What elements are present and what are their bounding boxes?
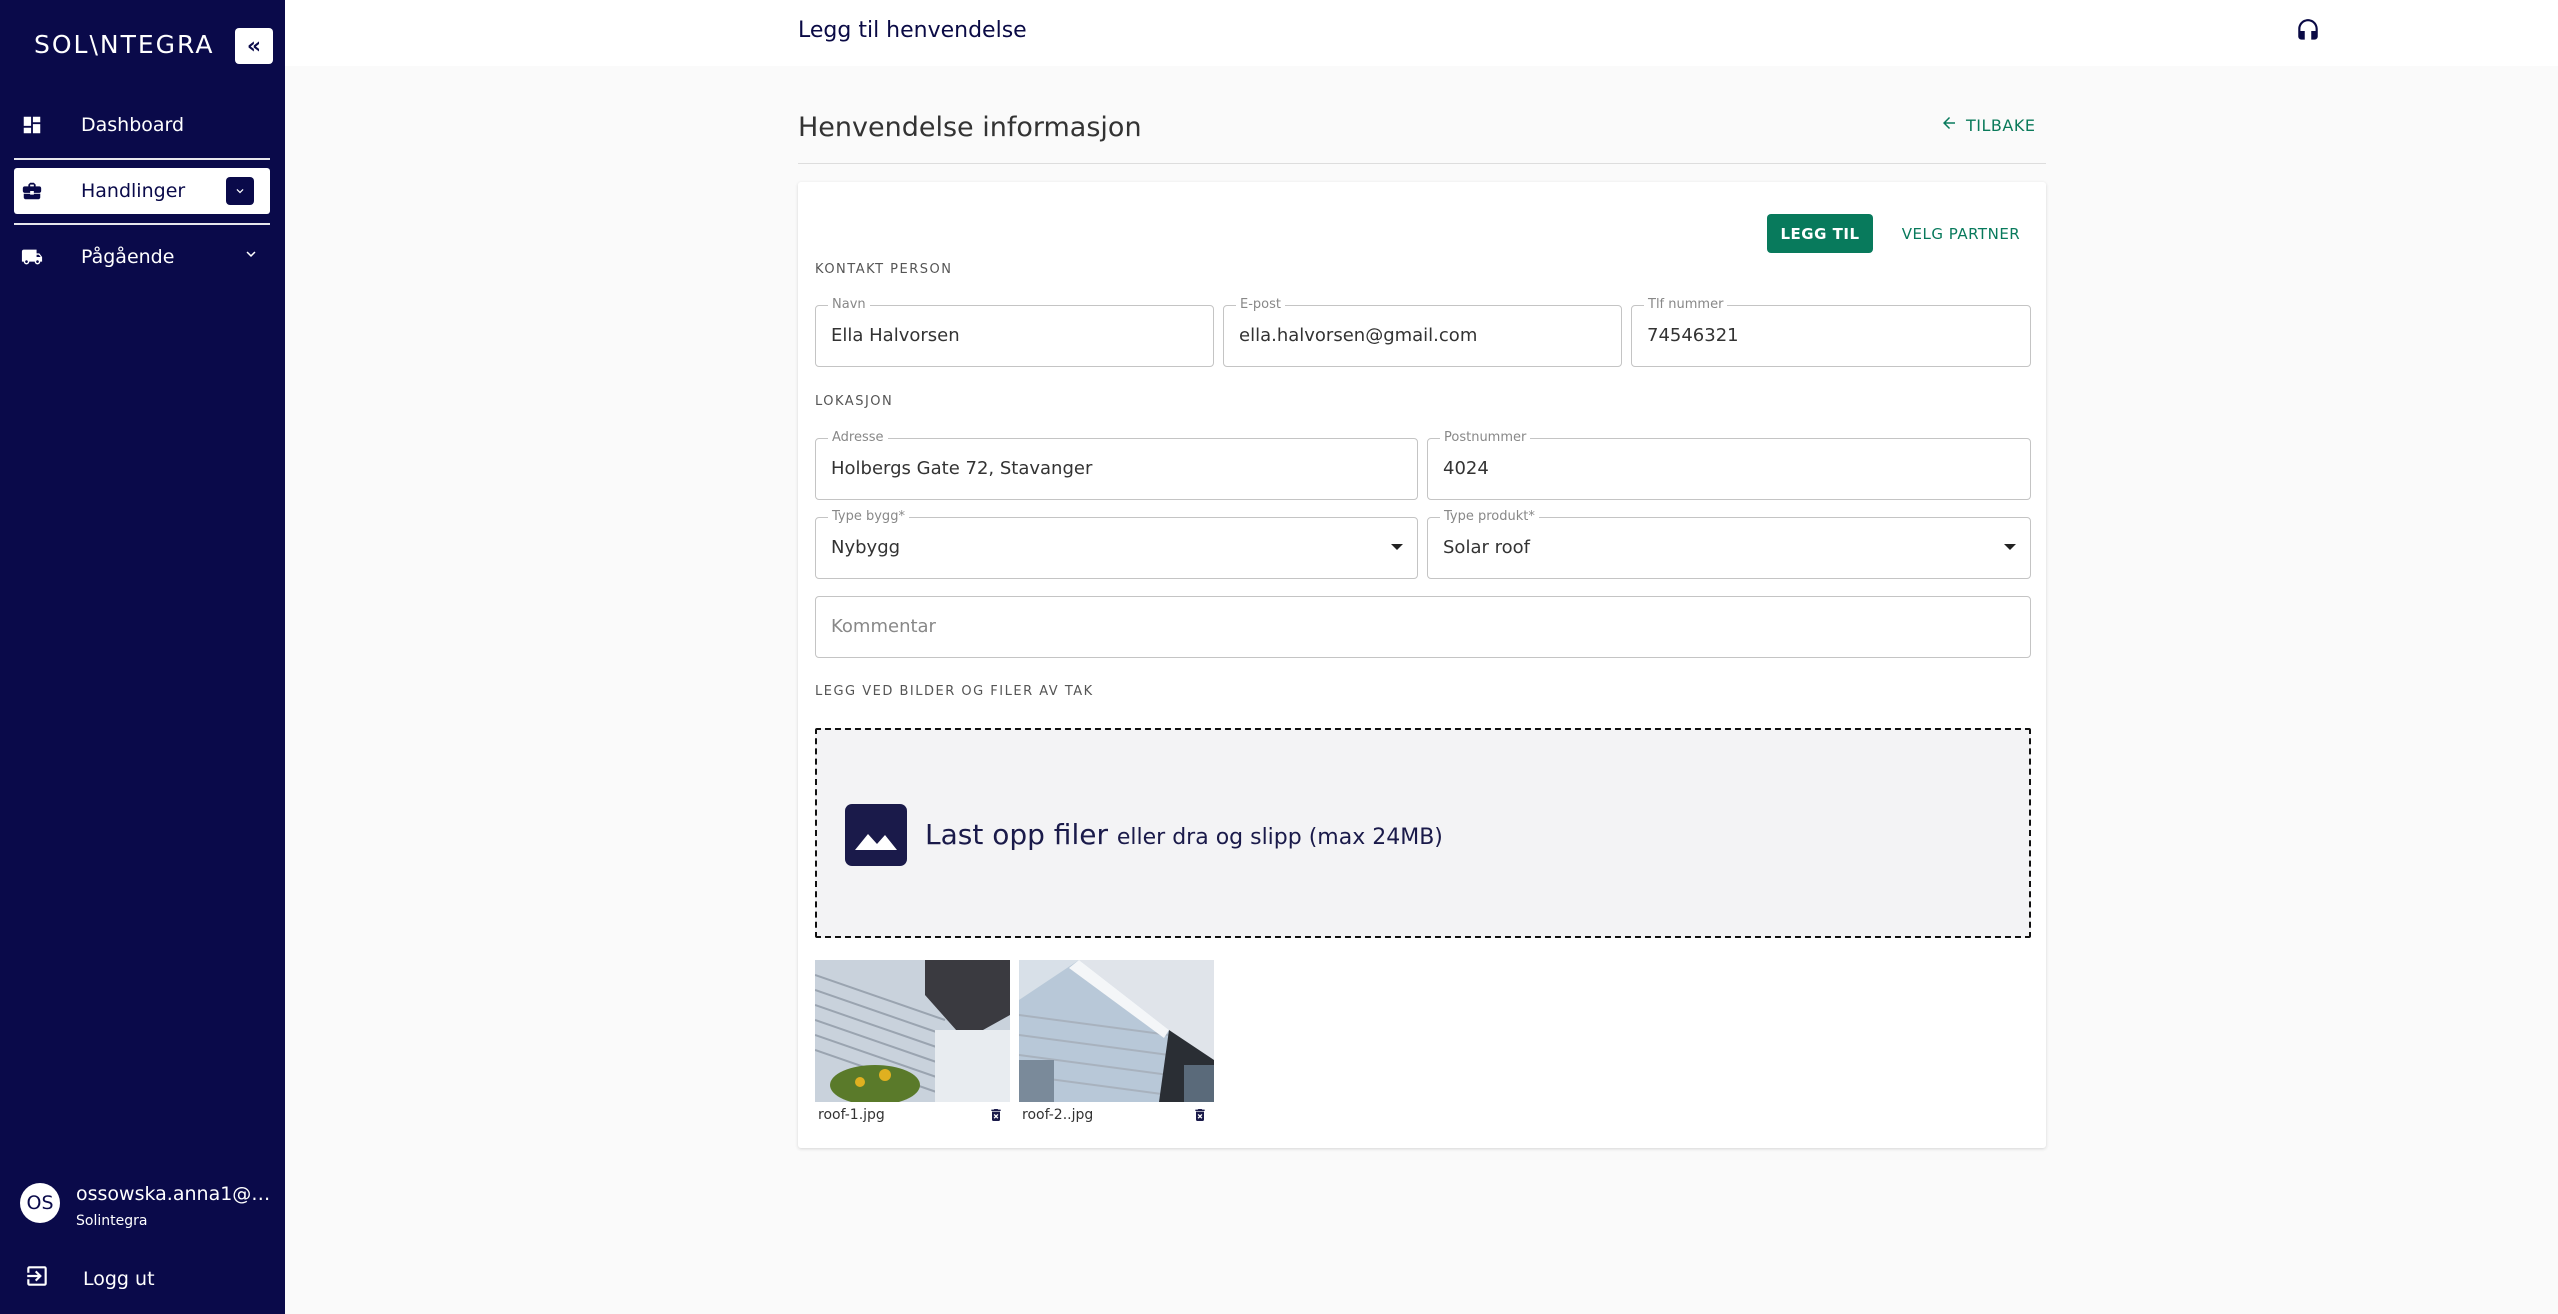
location-section-label: LOKASJON [815, 394, 894, 409]
back-label: TILBAKE [1966, 115, 2036, 135]
field-value: Solar roof [1443, 537, 1530, 558]
email-field[interactable]: E-post ella.halvorsen@gmail.com [1223, 297, 1622, 367]
contact-section-label: KONTAKT PERSON [815, 262, 953, 277]
top-bar: Legg til henvendelse [285, 0, 2558, 66]
files-section-label: LEGG VED BILDER OG FILER AV TAK [815, 684, 1094, 699]
field-value: ella.halvorsen@gmail.com [1239, 325, 1478, 346]
field-label: Tlf nummer [1644, 297, 1728, 312]
headset-icon[interactable] [2295, 18, 2323, 46]
delete-file-icon[interactable] [1192, 1106, 1210, 1126]
sidebar: SOL\NTEGRA « Dashboard Handlinger Pågåen… [0, 0, 285, 1314]
file-thumbnail[interactable] [815, 960, 1010, 1102]
sidebar-item-pagaende[interactable]: Pågående [14, 234, 270, 280]
sidebar-item-label: Pågående [81, 246, 175, 268]
field-value: 4024 [1443, 458, 1489, 479]
chevron-down-icon[interactable] [242, 245, 260, 267]
dashboard-icon [20, 113, 44, 137]
add-button[interactable]: LEGG TIL [1767, 214, 1873, 253]
briefcase-icon [20, 179, 44, 203]
comment-field[interactable]: Kommentar [815, 596, 2031, 658]
select-partner-button[interactable]: VELG PARTNER [1893, 214, 2029, 253]
file-thumbnail[interactable] [1019, 960, 1214, 1102]
double-chevron-left-icon: « [246, 33, 262, 59]
building-type-select[interactable]: Type bygg* Nybygg [815, 509, 1418, 579]
field-value: Holbergs Gate 72, Stavanger [831, 458, 1093, 479]
name-field[interactable]: Navn Ella Halvorsen [815, 297, 1214, 367]
sidebar-item-dashboard[interactable]: Dashboard [14, 102, 270, 148]
user-email: ossowska.anna1@gmail.com [76, 1183, 281, 1205]
sidebar-item-label: Handlinger [81, 180, 186, 202]
file-name: roof-1.jpg [818, 1107, 885, 1123]
comment-placeholder: Kommentar [831, 616, 936, 637]
field-label: Navn [828, 297, 870, 312]
user-org: Solintegra [76, 1213, 148, 1229]
field-value: 74546321 [1647, 325, 1739, 346]
field-label: Adresse [828, 430, 888, 445]
field-label: E-post [1236, 297, 1285, 312]
address-field[interactable]: Adresse Holbergs Gate 72, Stavanger [815, 430, 1418, 500]
sidebar-item-handlinger[interactable]: Handlinger [14, 168, 270, 214]
back-button[interactable]: TILBAKE [1940, 114, 2035, 136]
logo: SOL\NTEGRA [34, 30, 215, 59]
file-dropzone[interactable]: Last opp filer eller dra og slipp (max 2… [815, 728, 2031, 938]
caret-down-icon [1391, 544, 1403, 550]
divider [14, 223, 270, 225]
avatar: OS [20, 1183, 60, 1223]
caret-down-icon [2004, 544, 2016, 550]
divider [14, 158, 270, 160]
dropzone-hint: eller dra og slipp (max 24MB) [1116, 825, 1443, 850]
sidebar-item-label: Dashboard [81, 114, 185, 136]
collapse-sidebar-button[interactable]: « [235, 28, 273, 64]
field-label: Type bygg* [828, 509, 909, 524]
field-label: Postnummer [1440, 430, 1531, 445]
upload-link[interactable]: Last opp filer [925, 818, 1108, 851]
file-name: roof-2..jpg [1022, 1107, 1094, 1123]
logout-icon [24, 1263, 50, 1294]
page-title: Legg til henvendelse [798, 18, 1027, 43]
field-value: Ella Halvorsen [831, 325, 960, 346]
dropzone-text: Last opp filer eller dra og slipp (max 2… [925, 818, 1443, 851]
logout-button[interactable]: Logg ut [24, 1263, 155, 1294]
postnr-field[interactable]: Postnummer 4024 [1427, 430, 2031, 500]
field-value: Nybygg [831, 537, 901, 558]
truck-icon [20, 245, 44, 269]
product-type-select[interactable]: Type produkt* Solar roof [1427, 509, 2031, 579]
section-title: Henvendelse informasjon [798, 112, 1142, 143]
arrow-left-icon [1940, 114, 1958, 136]
phone-field[interactable]: Tlf nummer 74546321 [1631, 297, 2031, 367]
delete-file-icon[interactable] [988, 1106, 1006, 1126]
chevron-down-icon[interactable] [226, 177, 254, 205]
logout-label: Logg ut [83, 1267, 155, 1290]
field-label: Type produkt* [1440, 509, 1539, 524]
divider [798, 163, 2046, 164]
image-icon [845, 804, 907, 866]
